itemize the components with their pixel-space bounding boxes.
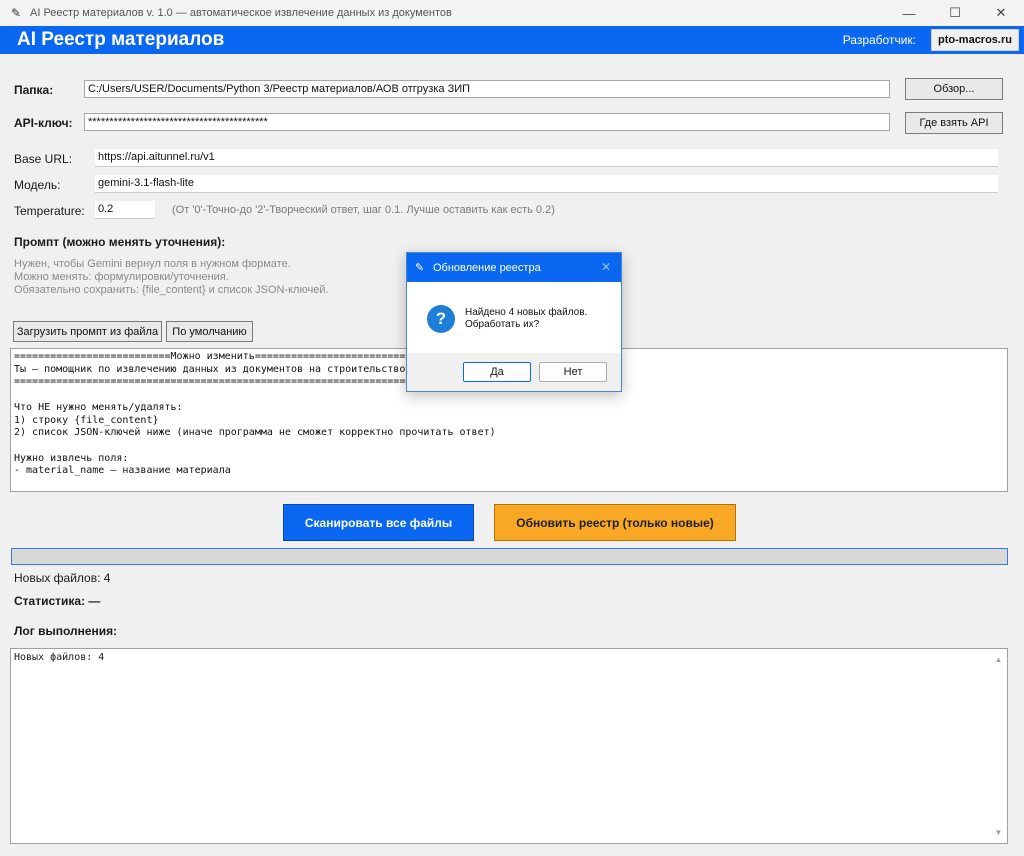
base-url-label: Base URL: bbox=[14, 152, 73, 166]
api-key-input[interactable]: ****************************************… bbox=[84, 113, 890, 131]
developer-link[interactable]: pto-macros.ru bbox=[931, 29, 1019, 51]
minimize-button[interactable]: — bbox=[886, 0, 932, 26]
get-api-button[interactable]: Где взять API bbox=[905, 112, 1003, 134]
update-registry-button[interactable]: Обновить реестр (только новые) bbox=[494, 504, 736, 541]
temperature-label: Temperature: bbox=[14, 204, 85, 218]
scroll-up-icon[interactable]: ▲ bbox=[990, 651, 1007, 668]
feather-icon: ✎ bbox=[10, 6, 22, 20]
maximize-button[interactable]: ☐ bbox=[932, 0, 978, 26]
log-textarea[interactable]: Новых файлов: 4 ▲ ▼ bbox=[10, 648, 1008, 844]
close-window-button[interactable]: ✕ bbox=[978, 0, 1024, 26]
log-text: Новых файлов: 4 bbox=[14, 652, 105, 663]
temperature-hint: (От '0'-Точно-до '2'-Творческий ответ, ш… bbox=[172, 204, 555, 216]
yes-button[interactable]: Да bbox=[463, 362, 531, 382]
browse-button[interactable]: Обзор... bbox=[905, 78, 1003, 100]
log-heading: Лог выполнения: bbox=[14, 624, 118, 638]
update-registry-dialog: ✎ Обновление реестра ✕ ? Найдено 4 новых… bbox=[406, 252, 622, 392]
base-url-input[interactable]: https://api.aitunnel.ru/v1 bbox=[95, 149, 998, 167]
question-icon: ? bbox=[427, 305, 455, 333]
default-prompt-button[interactable]: По умолчанию bbox=[166, 321, 253, 342]
prompt-help-line: Можно менять: формулировки/уточнения. bbox=[14, 271, 229, 283]
window-titlebar: ✎ AI Реестр материалов v. 1.0 — автомати… bbox=[0, 0, 1024, 26]
app-title: AI Реестр материалов bbox=[17, 29, 225, 50]
log-scrollbar[interactable]: ▲ ▼ bbox=[990, 649, 1007, 843]
window-title: AI Реестр материалов v. 1.0 — автоматиче… bbox=[30, 7, 452, 19]
prompt-help: Нужен, чтобы Gemini вернул поля в нужном… bbox=[14, 258, 329, 297]
new-files-status: Новых файлов: 4 bbox=[14, 571, 111, 585]
progress-bar bbox=[11, 548, 1008, 565]
prompt-heading: Промпт (можно менять уточнения): bbox=[14, 235, 226, 249]
model-label: Модель: bbox=[14, 178, 61, 192]
scan-all-button[interactable]: Сканировать все файлы bbox=[283, 504, 474, 541]
model-input[interactable]: gemini-3.1-flash-lite bbox=[95, 175, 998, 193]
stats-label: Статистика: — bbox=[14, 594, 101, 608]
no-button[interactable]: Нет bbox=[539, 362, 607, 382]
dialog-title: Обновление реестра bbox=[433, 261, 541, 274]
temperature-input[interactable]: 0.2 bbox=[95, 201, 155, 219]
developer-label: Разработчик: bbox=[842, 33, 916, 47]
prompt-help-line: Обязательно сохранить: {file_content} и … bbox=[14, 284, 329, 296]
window-controls: — ☐ ✕ bbox=[886, 0, 1024, 26]
app-header: AI Реестр материалов Разработчик: pto-ma… bbox=[0, 26, 1024, 54]
prompt-help-line: Нужен, чтобы Gemini вернул поля в нужном… bbox=[14, 258, 291, 270]
load-prompt-button[interactable]: Загрузить промпт из файла bbox=[13, 321, 162, 342]
scroll-down-icon[interactable]: ▼ bbox=[990, 824, 1007, 841]
api-key-label: API-ключ: bbox=[14, 116, 73, 130]
folder-label: Папка: bbox=[14, 83, 54, 97]
dialog-titlebar: ✎ Обновление реестра bbox=[407, 253, 621, 282]
dialog-close-button[interactable]: ✕ bbox=[601, 260, 611, 274]
feather-icon: ✎ bbox=[415, 262, 425, 274]
folder-input[interactable]: C:/Users/USER/Documents/Python 3/Реестр … bbox=[84, 80, 890, 98]
dialog-footer: Да Нет bbox=[407, 353, 621, 391]
dialog-message: Найдено 4 новых файлов. Обработать их? bbox=[465, 307, 588, 330]
